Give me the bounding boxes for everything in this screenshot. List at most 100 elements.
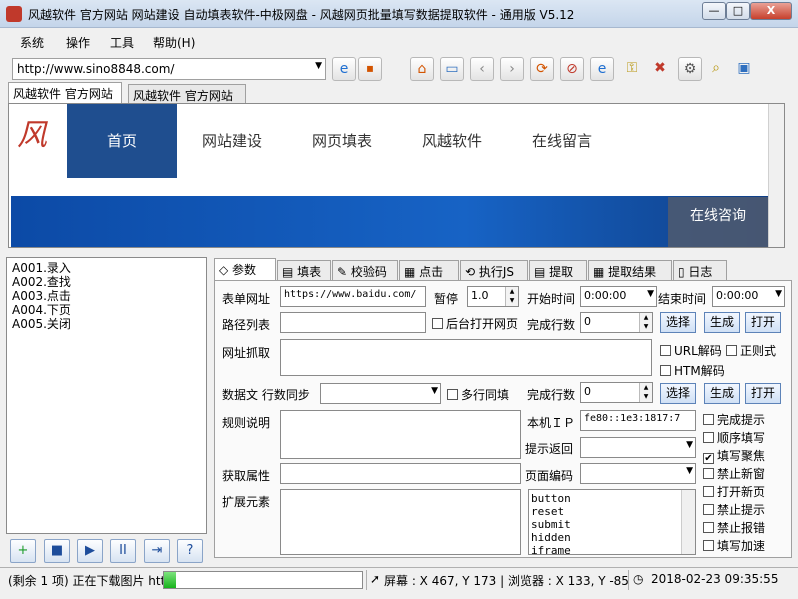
multi-row-checkbox[interactable]: 多行同填 [447, 386, 509, 403]
end-time-input[interactable]: 0:00:00 ▼ [712, 286, 785, 307]
path-list-input[interactable] [280, 312, 426, 333]
key-icon[interactable]: ⚿ [620, 57, 644, 81]
done-rows2-input[interactable]: 0 ▲ ▼ [580, 382, 653, 403]
ie-icon[interactable]: e [590, 57, 614, 81]
export-button[interactable]: ⇥ [144, 539, 170, 563]
close-red-icon[interactable]: ✖ [648, 57, 672, 81]
list-item[interactable]: iframe [531, 544, 693, 554]
tab-log[interactable]: ▯ 日志 [673, 260, 727, 280]
browser-scrollbar[interactable] [768, 104, 784, 247]
chevron-down-icon[interactable]: ▼ [775, 289, 782, 299]
tab-extract[interactable]: ▤ 提取 [529, 260, 587, 280]
window-icon[interactable]: ▣ [732, 57, 756, 81]
chevron-down-icon[interactable]: ▼ [647, 289, 654, 299]
tab-params[interactable]: ◇ 参数 [214, 258, 276, 281]
menu-help[interactable]: 帮助(H) [153, 34, 195, 51]
start-time-input[interactable]: 0:00:00 ▼ [580, 286, 657, 307]
pause-input[interactable]: 1.0 ▲ ▼ [467, 286, 519, 307]
select-button[interactable]: 选择 [660, 312, 696, 333]
page-encoding-select[interactable]: ▼ [580, 463, 696, 484]
prompt-return-select[interactable]: ▼ [580, 437, 696, 458]
help-button[interactable]: ? [177, 539, 203, 563]
refresh-icon[interactable]: ⟳ [530, 57, 554, 81]
url-input[interactable]: http://www.sino8848.com/▼ [12, 58, 326, 80]
list-item[interactable]: A005.关闭 [12, 317, 201, 331]
element-list-scrollbar[interactable] [681, 490, 695, 554]
opt-focus[interactable]: ✔ 填写聚焦 [703, 447, 765, 464]
tab-js[interactable]: ⟲ 执行JS [460, 260, 528, 280]
rule-desc-textarea[interactable] [280, 410, 521, 459]
nav-home[interactable]: 首页 [67, 104, 177, 178]
get-attr-input[interactable] [280, 463, 521, 484]
htm-decode-checkbox[interactable]: HTM解码 [660, 362, 725, 379]
play-button[interactable]: ▶ [77, 539, 103, 563]
pause-spinner[interactable]: ▲ ▼ [505, 287, 518, 306]
list-item[interactable]: A002.查找 [12, 275, 201, 289]
opt-sequential[interactable]: 顺序填写 [703, 429, 765, 446]
chevron-down-icon[interactable]: ▼ [315, 61, 322, 71]
tab-captcha[interactable]: ✎ 校验码 [332, 260, 398, 280]
opt-speedup[interactable]: 填写加速 [703, 537, 765, 554]
opt-open-new-page[interactable]: 打开新页 [703, 483, 765, 500]
url-decode-checkbox[interactable]: URL解码 [660, 342, 722, 359]
tab-click[interactable]: ▦ 点击 [399, 260, 459, 280]
opt-no-new-window[interactable]: 禁止新窗 [703, 465, 765, 482]
done-rows-spinner[interactable]: ▲ ▼ [639, 313, 652, 332]
nav-software[interactable]: 风越软件 [397, 104, 507, 178]
tab-extract-result[interactable]: ▦ 提取结果 [588, 260, 672, 280]
opt-no-prompt[interactable]: 禁止提示 [703, 501, 765, 518]
chevron-down-icon[interactable]: ▼ [686, 466, 693, 476]
list-item[interactable]: button [531, 492, 693, 505]
forward-icon[interactable]: › [500, 57, 524, 81]
minimize-button[interactable]: — [702, 2, 726, 20]
menu-operate[interactable]: 操作 [66, 34, 90, 51]
element-list[interactable]: button reset submit hidden iframe [528, 489, 696, 555]
opt-no-error[interactable]: 禁止报错 [703, 519, 765, 536]
generate2-button[interactable]: 生成 [704, 383, 740, 404]
maximize-button[interactable]: □ [726, 2, 750, 20]
list-item[interactable]: reset [531, 505, 693, 518]
home-icon[interactable]: ⌂ [410, 57, 434, 81]
chevron-down-icon[interactable]: ▼ [431, 386, 438, 396]
search-icon[interactable]: ⌕ [704, 57, 728, 81]
stop-icon[interactable]: ⏹ [358, 57, 382, 81]
no-icon[interactable]: ⊘ [560, 57, 584, 81]
chevron-down-icon[interactable]: ▼ [686, 440, 693, 450]
nav-form-fill[interactable]: 网页填表 [287, 104, 397, 178]
back-icon[interactable]: ‹ [470, 57, 494, 81]
nav-web-build[interactable]: 网站建设 [177, 104, 287, 178]
browser-tab-1[interactable]: 风越软件 官方网站 [8, 82, 122, 103]
regex-checkbox[interactable]: 正则式 [726, 342, 776, 359]
ext-elem-textarea[interactable] [280, 489, 521, 555]
list-item[interactable]: hidden [531, 531, 693, 544]
bg-open-checkbox[interactable]: 后台打开网页 [432, 315, 518, 332]
menu-system[interactable]: 系统 [20, 34, 44, 51]
save-button[interactable]: ■ [44, 539, 70, 563]
task-list[interactable]: A001.录入 A002.查找 A003.点击 A004.下页 A005.关闭 [6, 257, 207, 534]
list-item[interactable]: A003.点击 [12, 289, 201, 303]
local-ip-input[interactable]: fe80::1e3:1817:7 [580, 410, 696, 431]
close-button[interactable]: X [750, 2, 792, 20]
web-view[interactable]: 风 首页 网站建设 网页填表 风越软件 在线留言 在线咨询 [8, 103, 785, 248]
done-rows2-spinner[interactable]: ▲ ▼ [639, 383, 652, 402]
browser-tab-2[interactable]: 风越软件 官方网站 [128, 84, 246, 103]
list-item[interactable]: A004.下页 [12, 303, 201, 317]
tab-fill[interactable]: ▤ 填表 [277, 260, 331, 280]
open-button[interactable]: 打开 [745, 312, 781, 333]
list-item[interactable]: submit [531, 518, 693, 531]
pause-button[interactable]: II [110, 539, 136, 563]
select2-button[interactable]: 选择 [660, 383, 696, 404]
data-sync-select[interactable]: ▼ [320, 383, 441, 404]
ie-go-icon[interactable]: e [332, 57, 356, 81]
generate-button[interactable]: 生成 [704, 312, 740, 333]
form-url-input[interactable]: https://www.baidu.com/ [280, 286, 426, 307]
online-consult[interactable]: 在线咨询 [668, 197, 768, 247]
url-fetch-textarea[interactable] [280, 339, 652, 376]
gear-icon[interactable]: ⚙ [678, 57, 702, 81]
opt-done-prompt[interactable]: 完成提示 [703, 411, 765, 428]
done-rows-input[interactable]: 0 ▲ ▼ [580, 312, 653, 333]
add-button[interactable]: + [10, 539, 36, 563]
menu-tools[interactable]: 工具 [110, 34, 134, 51]
folder-icon[interactable]: ▭ [440, 57, 464, 81]
list-item[interactable]: A001.录入 [12, 261, 201, 275]
